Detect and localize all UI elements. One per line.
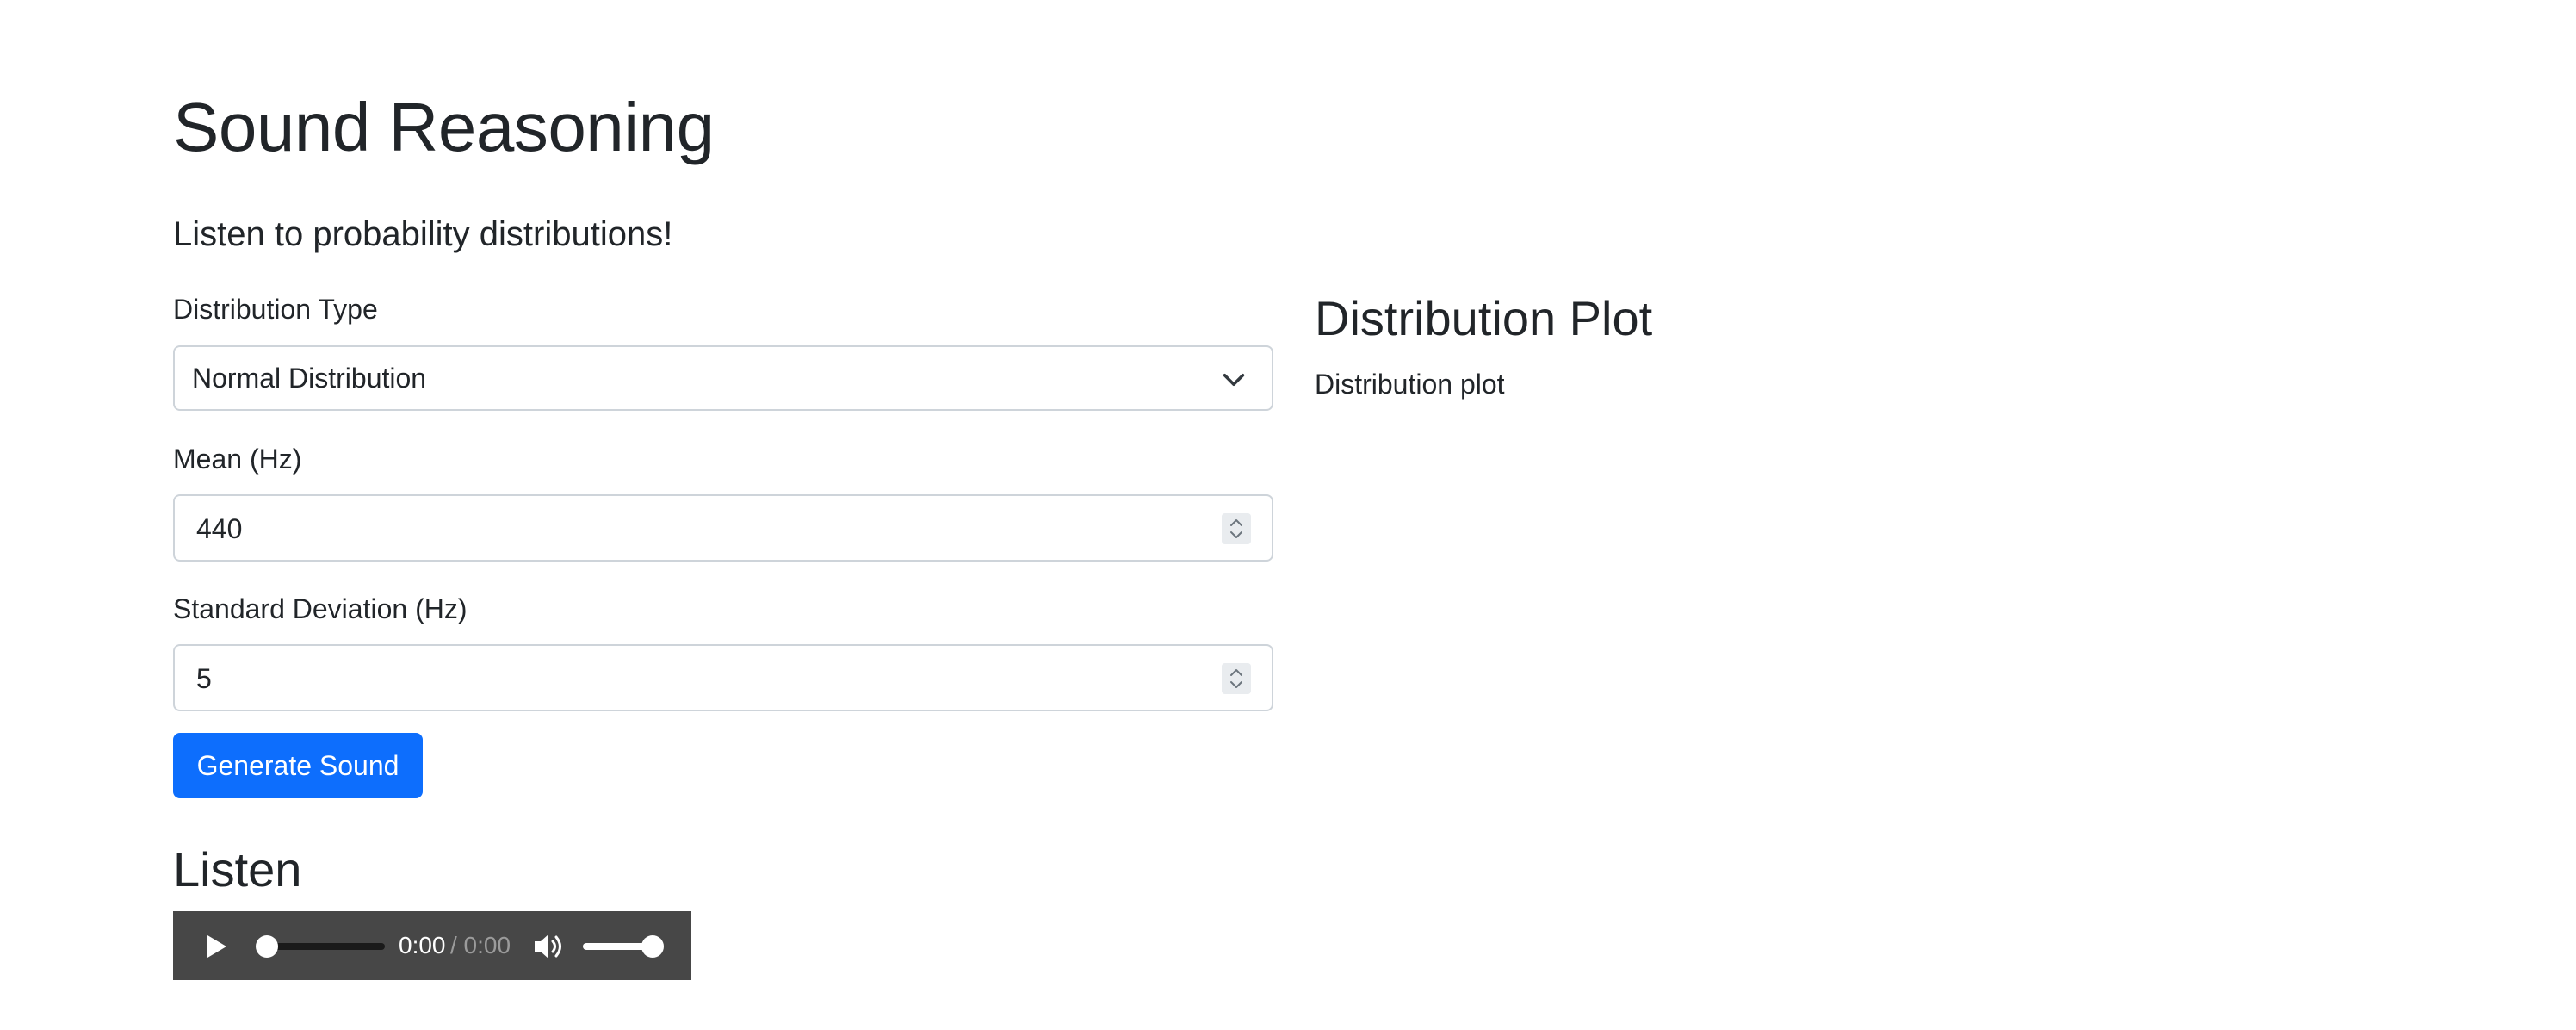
mean-input[interactable]: 440: [173, 494, 1273, 562]
distribution-type-value: Normal Distribution: [192, 363, 427, 394]
mean-label: Mean (Hz): [173, 444, 302, 475]
generate-sound-button[interactable]: Generate Sound: [173, 733, 423, 798]
progress-knob[interactable]: [256, 935, 278, 958]
volume-slider-knob[interactable]: [641, 935, 664, 958]
current-time: 0:00: [399, 932, 446, 959]
std-dev-value: 5: [196, 663, 212, 694]
plot-heading: Distribution Plot: [1315, 291, 1653, 345]
distribution-type-label: Distribution Type: [173, 294, 378, 325]
mean-value: 440: [196, 513, 243, 544]
mean-spinner[interactable]: [1222, 513, 1251, 544]
std-dev-label: Standard Deviation (Hz): [173, 593, 468, 624]
volume-icon[interactable]: [533, 932, 566, 961]
listen-heading: Listen: [173, 842, 302, 897]
chevron-down-icon: [1223, 374, 1245, 386]
std-dev-input[interactable]: 5: [173, 644, 1273, 711]
page-title: Sound Reasoning: [173, 89, 715, 165]
distribution-type-select[interactable]: Normal Distribution: [173, 345, 1273, 411]
audio-player[interactable]: 0:00 / 0:00: [173, 911, 691, 980]
std-dev-spinner[interactable]: [1222, 663, 1251, 694]
distribution-plot-image: Distribution plot: [1315, 369, 1505, 400]
lead-text: Listen to probability distributions!: [173, 215, 673, 253]
duration-time: / 0:00: [450, 932, 511, 959]
page: Sound Reasoning Listen to probability di…: [0, 0, 2576, 1030]
play-icon[interactable]: [201, 932, 230, 961]
